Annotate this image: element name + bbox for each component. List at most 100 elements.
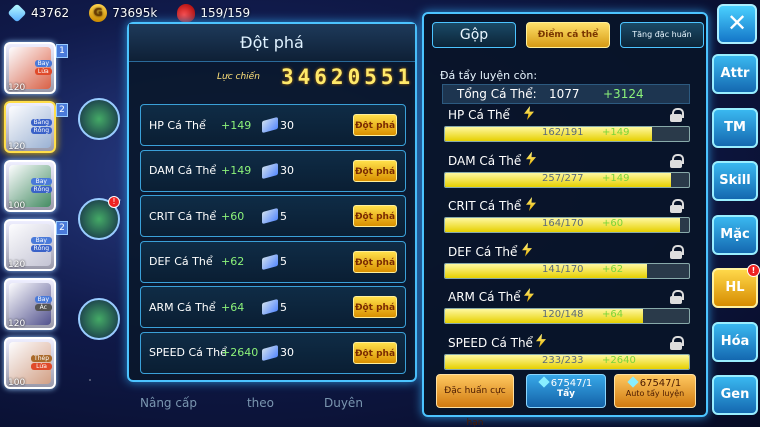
- stat-increase: +149: [221, 118, 252, 132]
- stat-increase: +64: [221, 300, 245, 314]
- type-tags: Bay Rồng: [30, 237, 52, 252]
- stat-row: SPEED Cá Thể 233/233 +2640: [444, 333, 690, 378]
- scroll-icon: [262, 344, 278, 361]
- potion-icon: [177, 4, 196, 22]
- lock-icon[interactable]: [670, 244, 684, 259]
- stat-name: HP Cá Thể: [448, 108, 510, 122]
- roster-monster[interactable]: Bay Rồng 120 2: [4, 219, 68, 271]
- nav-gen[interactable]: Gen: [712, 375, 758, 415]
- nav-mặc[interactable]: Mặc: [712, 214, 758, 255]
- tab-special-training[interactable]: Tăng đặc huấn: [620, 22, 704, 48]
- lightning-icon: [524, 106, 534, 120]
- combat-power-value: 34620551: [281, 65, 415, 89]
- nav-label: Gen: [720, 387, 750, 402]
- gold-value: 73695k: [112, 6, 158, 20]
- roster-monster[interactable]: Bay Lửa 120 1: [4, 42, 68, 94]
- lock-icon[interactable]: [670, 290, 684, 304]
- nav-hóa[interactable]: Hóa: [712, 321, 758, 362]
- stat-value: 164/170: [542, 218, 584, 229]
- breakthrough-button[interactable]: Đột phá: [353, 250, 397, 273]
- breakthrough-row: HP Cá Thể +149 30 Đột phá: [140, 104, 406, 146]
- type-tag: Bay: [34, 60, 52, 67]
- bg-label-follow: theo: [246, 396, 274, 410]
- lightning-icon: [526, 151, 536, 166]
- close-button[interactable]: ✕: [717, 4, 757, 44]
- monster-level: 120: [8, 319, 26, 329]
- item-cost: 30: [280, 164, 294, 177]
- breakthrough-button[interactable]: Đột phá: [353, 205, 397, 227]
- stat-value: 233/233: [542, 354, 584, 366]
- stone-icon: [627, 376, 639, 388]
- special-training-button[interactable]: Đặc huấn cực hạn: [436, 374, 514, 427]
- stat-value: 120/148: [542, 309, 584, 320]
- roster-monster[interactable]: Bay Rồng 100: [4, 160, 56, 212]
- energy-counter[interactable]: 159/159: [177, 4, 250, 22]
- wash-button[interactable]: 67547/1 Tẩy: [526, 374, 606, 408]
- lightning-icon: [526, 197, 536, 211]
- nav-label: Mặc: [720, 226, 750, 242]
- trainer-medal-icon[interactable]: [78, 98, 120, 140]
- scroll-icon: [262, 162, 278, 179]
- lightning-icon: [536, 333, 546, 348]
- team-slot-number: 1: [56, 44, 68, 58]
- nav-tm[interactable]: TM: [712, 107, 758, 148]
- type-tag: Bay: [30, 178, 52, 185]
- auto-wash-button[interactable]: 67547/1 Auto tẩy luyện: [614, 374, 696, 408]
- combat-power: Lực chiến 34620551: [151, 62, 410, 92]
- stone-icon: [538, 376, 550, 388]
- type-tag: Lửa: [31, 363, 52, 370]
- lock-icon[interactable]: [670, 335, 684, 350]
- monster-level: 100: [8, 201, 26, 211]
- roster-monster[interactable]: Thép Lửa 100: [4, 337, 56, 389]
- nav-label: Skill: [719, 173, 751, 188]
- breakthrough-popup: Đột phá Lực chiến 34620551 HP Cá Thể +14…: [127, 22, 417, 382]
- gems-counter[interactable]: 43762: [7, 3, 69, 23]
- breakthrough-button[interactable]: Đột phá: [353, 296, 397, 318]
- stat-name: ARM Cá Thể: [149, 300, 216, 314]
- nav-hl[interactable]: HL!: [712, 264, 760, 308]
- monster-level: 120: [8, 142, 26, 152]
- wash-count-value: 67547/1: [550, 378, 593, 389]
- type-tag: Rồng: [30, 186, 52, 193]
- breakthrough-button[interactable]: Đột phá: [353, 341, 397, 364]
- type-tag: Ác: [34, 304, 52, 311]
- stat-row: ARM Cá Thể 120/148 +64: [444, 288, 690, 332]
- side-feature-icons: !: [78, 98, 120, 398]
- roster-monster[interactable]: Băng Rồng 120 2: [4, 101, 68, 153]
- auto-wash-label: Auto tẩy luyện: [625, 389, 685, 398]
- item-cost: 5: [280, 209, 287, 223]
- nav-skill[interactable]: Skill: [712, 161, 758, 201]
- tab-individual-points[interactable]: Điểm cá thể: [526, 22, 610, 48]
- breakthrough-row: DEF Cá Thể +62 5 Đột phá: [140, 240, 406, 283]
- type-tags: Bay Lửa: [34, 60, 52, 75]
- bag-icon[interactable]: !: [78, 196, 120, 240]
- stat-bonus: +149: [602, 127, 630, 138]
- lock-icon[interactable]: [670, 199, 684, 213]
- lock-icon[interactable]: [670, 108, 684, 122]
- scroll-icon: [262, 207, 278, 225]
- stat-name: HP Cá Thể: [149, 118, 206, 132]
- type-tags: Bay Rồng: [30, 178, 52, 193]
- team-slot-number: 2: [56, 103, 68, 117]
- item-cost: 30: [280, 118, 294, 132]
- gold-counter[interactable]: G 73695k: [89, 4, 157, 22]
- type-tag: Bay: [34, 296, 52, 303]
- nav-attr[interactable]: Attr: [712, 54, 758, 94]
- tab-merge[interactable]: Gộp: [432, 22, 516, 48]
- gold-coin-icon: G: [89, 4, 108, 22]
- breakthrough-row: ARM Cá Thể +64 5 Đột phá: [140, 286, 406, 328]
- auto-wash-count-value: 67547/1: [639, 378, 682, 389]
- stat-increase: +60: [221, 209, 245, 223]
- stat-bonus: +64: [602, 309, 624, 320]
- type-tag: Thép: [31, 355, 52, 362]
- total-value: 1077: [549, 87, 580, 101]
- lock-icon[interactable]: [670, 153, 684, 168]
- mega-orb-icon[interactable]: [78, 298, 120, 340]
- breakthrough-button[interactable]: Đột phá: [353, 159, 397, 182]
- breakthrough-button[interactable]: Đột phá: [353, 114, 397, 136]
- breakthrough-row: DAM Cá Thể +149 30 Đột phá: [140, 149, 406, 192]
- roster-monster[interactable]: Bay Ác 120: [4, 278, 56, 330]
- stat-bonus: +2640: [602, 354, 636, 366]
- stat-row: DEF Cá Thể 141/170 +62: [444, 242, 690, 287]
- stat-row: HP Cá Thể 162/191 +149: [444, 106, 690, 150]
